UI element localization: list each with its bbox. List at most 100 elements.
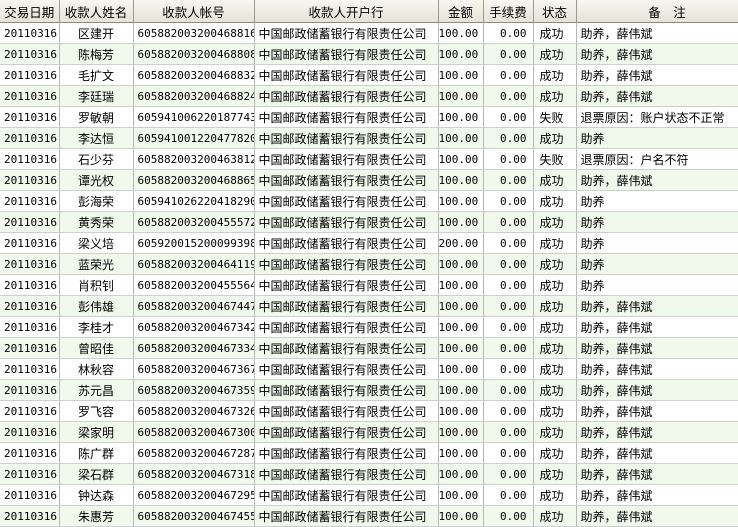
- column-header-fee[interactable]: 手续费: [483, 0, 534, 23]
- cell-amount: 100.00: [438, 358, 484, 380]
- cell-payee-name: 曾昭佳: [59, 337, 134, 359]
- column-header-payee-bank[interactable]: 收款人开户行: [254, 0, 439, 23]
- column-header-payee-account[interactable]: 收款人帐号: [133, 0, 255, 23]
- table-row[interactable]: 20110316 陈广群 605882003200467287 中国邮政储蓄银行有限责…: [0, 442, 738, 464]
- cell-payee-bank: 中国邮政储蓄银行有限责任公司: [254, 43, 439, 65]
- cell-status: 成功: [533, 169, 577, 191]
- cell-status: 成功: [533, 505, 577, 527]
- table-row[interactable]: 20110316 罗敏朝 605941006220187743 中国邮政储蓄银行有限责…: [0, 106, 738, 128]
- cell-payee-name: 苏元昌: [59, 379, 134, 401]
- cell-payee-name: 陈广群: [59, 442, 134, 464]
- cell-payee-name: 彭海荣: [59, 190, 134, 212]
- cell-payee-account: 605920015200099398: [133, 232, 255, 254]
- table-row[interactable]: 20110316 罗飞容 605882003200467326 中国邮政储蓄银行有限责…: [0, 400, 738, 422]
- table-row[interactable]: 20110316 李桂才 605882003200467342 中国邮政储蓄银行有限责…: [0, 316, 738, 338]
- cell-payee-account: 605882003200467367: [133, 358, 255, 380]
- cell-payee-name: 朱惠芳: [59, 505, 134, 527]
- cell-payee-account: 605882003200468865: [133, 169, 255, 191]
- cell-payee-account: 605882003200455572: [133, 211, 255, 233]
- cell-status: 成功: [533, 442, 577, 464]
- cell-payee-bank: 中国邮政储蓄银行有限责任公司: [254, 106, 439, 128]
- table-row[interactable]: 20110316 钟达森 605882003200467295 中国邮政储蓄银行有限责…: [0, 484, 738, 506]
- cell-status: 成功: [533, 337, 577, 359]
- column-header-date[interactable]: 交易日期: [0, 0, 60, 23]
- table-row[interactable]: 20110316 李廷瑞 605882003200468824 中国邮政储蓄银行有限责…: [0, 85, 738, 107]
- cell-payee-account: 605882003200467287: [133, 442, 255, 464]
- cell-amount: 100.00: [438, 379, 484, 401]
- cell-note: 助养，薛伟斌: [576, 64, 738, 86]
- table-row[interactable]: 20110316 谭光权 605882003200468865 中国邮政储蓄银行有限责…: [0, 169, 738, 191]
- table-row[interactable]: 20110316 陈梅芳 605882003200468808 中国邮政储蓄银行有限责…: [0, 43, 738, 65]
- cell-amount: 100.00: [438, 64, 484, 86]
- table-row[interactable]: 20110316 梁石群 605882003200467318 中国邮政储蓄银行有限责…: [0, 463, 738, 485]
- table-row[interactable]: 20110316 毛扩文 605882003200468832 中国邮政储蓄银行有限责…: [0, 64, 738, 86]
- cell-amount: 100.00: [438, 211, 484, 233]
- cell-status: 成功: [533, 64, 577, 86]
- cell-payee-name: 谭光权: [59, 169, 134, 191]
- column-header-note[interactable]: 备 注: [576, 0, 738, 23]
- cell-payee-account: 605882003200468816: [133, 22, 255, 44]
- cell-fee: 0.00: [483, 253, 534, 275]
- column-header-status[interactable]: 状态: [533, 0, 577, 23]
- cell-payee-account: 605882003200467342: [133, 316, 255, 338]
- cell-date: 20110316: [0, 400, 60, 422]
- cell-payee-name: 彭伟雄: [59, 295, 134, 317]
- table-row[interactable]: 20110316 石少芬 605882003200463812 中国邮政储蓄银行有限责…: [0, 148, 738, 170]
- table-row[interactable]: 20110316 梁家明 605882003200467300 中国邮政储蓄银行有限责…: [0, 421, 738, 443]
- table-row[interactable]: 20110316 朱惠芳 605882003200467455 中国邮政储蓄银行有限责…: [0, 505, 738, 527]
- table-row[interactable]: 20110316 林秋容 605882003200467367 中国邮政储蓄银行有限责…: [0, 358, 738, 380]
- cell-status: 成功: [533, 400, 577, 422]
- cell-amount: 100.00: [438, 295, 484, 317]
- cell-payee-name: 梁家明: [59, 421, 134, 443]
- cell-payee-bank: 中国邮政储蓄银行有限责任公司: [254, 232, 439, 254]
- cell-payee-name: 毛扩文: [59, 64, 134, 86]
- cell-payee-name: 肖积钊: [59, 274, 134, 296]
- cell-payee-bank: 中国邮政储蓄银行有限责任公司: [254, 253, 439, 275]
- cell-date: 20110316: [0, 127, 60, 149]
- table-row[interactable]: 20110316 李达恒 605941001220477820 中国邮政储蓄银行有限责…: [0, 127, 738, 149]
- cell-note: 助养，薛伟斌: [576, 337, 738, 359]
- cell-fee: 0.00: [483, 274, 534, 296]
- cell-note: 助养，薛伟斌: [576, 505, 738, 527]
- cell-amount: 100.00: [438, 274, 484, 296]
- cell-date: 20110316: [0, 22, 60, 44]
- cell-fee: 0.00: [483, 442, 534, 464]
- transaction-grid[interactable]: 交易日期 收款人姓名 收款人帐号 收款人开户行 金额 手续费 状态 备 注 20…: [0, 0, 738, 527]
- cell-amount: 100.00: [438, 505, 484, 527]
- cell-fee: 0.00: [483, 106, 534, 128]
- cell-fee: 0.00: [483, 169, 534, 191]
- cell-note: 助养，薛伟斌: [576, 379, 738, 401]
- table-row[interactable]: 20110316 黄秀荣 605882003200455572 中国邮政储蓄银行有限责…: [0, 211, 738, 233]
- cell-payee-name: 罗敏朝: [59, 106, 134, 128]
- cell-payee-name: 黄秀荣: [59, 211, 134, 233]
- cell-fee: 0.00: [483, 316, 534, 338]
- cell-date: 20110316: [0, 64, 60, 86]
- cell-fee: 0.00: [483, 190, 534, 212]
- table-row[interactable]: 20110316 彭海荣 605941026220418290 中国邮政储蓄银行有限责…: [0, 190, 738, 212]
- table-row[interactable]: 20110316 苏元昌 605882003200467359 中国邮政储蓄银行有限责…: [0, 379, 738, 401]
- table-row[interactable]: 20110316 彭伟雄 605882003200467447 中国邮政储蓄银行有限责…: [0, 295, 738, 317]
- cell-amount: 100.00: [438, 190, 484, 212]
- cell-date: 20110316: [0, 463, 60, 485]
- cell-fee: 0.00: [483, 64, 534, 86]
- column-header-payee-name[interactable]: 收款人姓名: [59, 0, 134, 23]
- cell-amount: 100.00: [438, 148, 484, 170]
- cell-payee-name: 陈梅芳: [59, 43, 134, 65]
- table-row[interactable]: 20110316 梁义培 605920015200099398 中国邮政储蓄银行有限责…: [0, 232, 738, 254]
- table-row[interactable]: 20110316 曾昭佳 605882003200467334 中国邮政储蓄银行有限责…: [0, 337, 738, 359]
- cell-fee: 0.00: [483, 232, 534, 254]
- cell-amount: 100.00: [438, 421, 484, 443]
- cell-note: 退票原因：账户状态不正常: [576, 106, 738, 128]
- table-row[interactable]: 20110316 区建开 605882003200468816 中国邮政储蓄银行有限责…: [0, 22, 738, 44]
- table-row[interactable]: 20110316 蓝荣光 605882003200464119 中国邮政储蓄银行有限责…: [0, 253, 738, 275]
- header-row: 交易日期 收款人姓名 收款人帐号 收款人开户行 金额 手续费 状态 备 注: [0, 0, 738, 23]
- cell-amount: 100.00: [438, 400, 484, 422]
- cell-note: 助养，薛伟斌: [576, 22, 738, 44]
- cell-payee-account: 605882003200468824: [133, 85, 255, 107]
- table-row[interactable]: 20110316 肖积钊 605882003200455564 中国邮政储蓄银行有限责…: [0, 274, 738, 296]
- column-header-amount[interactable]: 金额: [438, 0, 484, 23]
- cell-status: 成功: [533, 316, 577, 338]
- cell-fee: 0.00: [483, 337, 534, 359]
- cell-date: 20110316: [0, 295, 60, 317]
- cell-payee-bank: 中国邮政储蓄银行有限责任公司: [254, 379, 439, 401]
